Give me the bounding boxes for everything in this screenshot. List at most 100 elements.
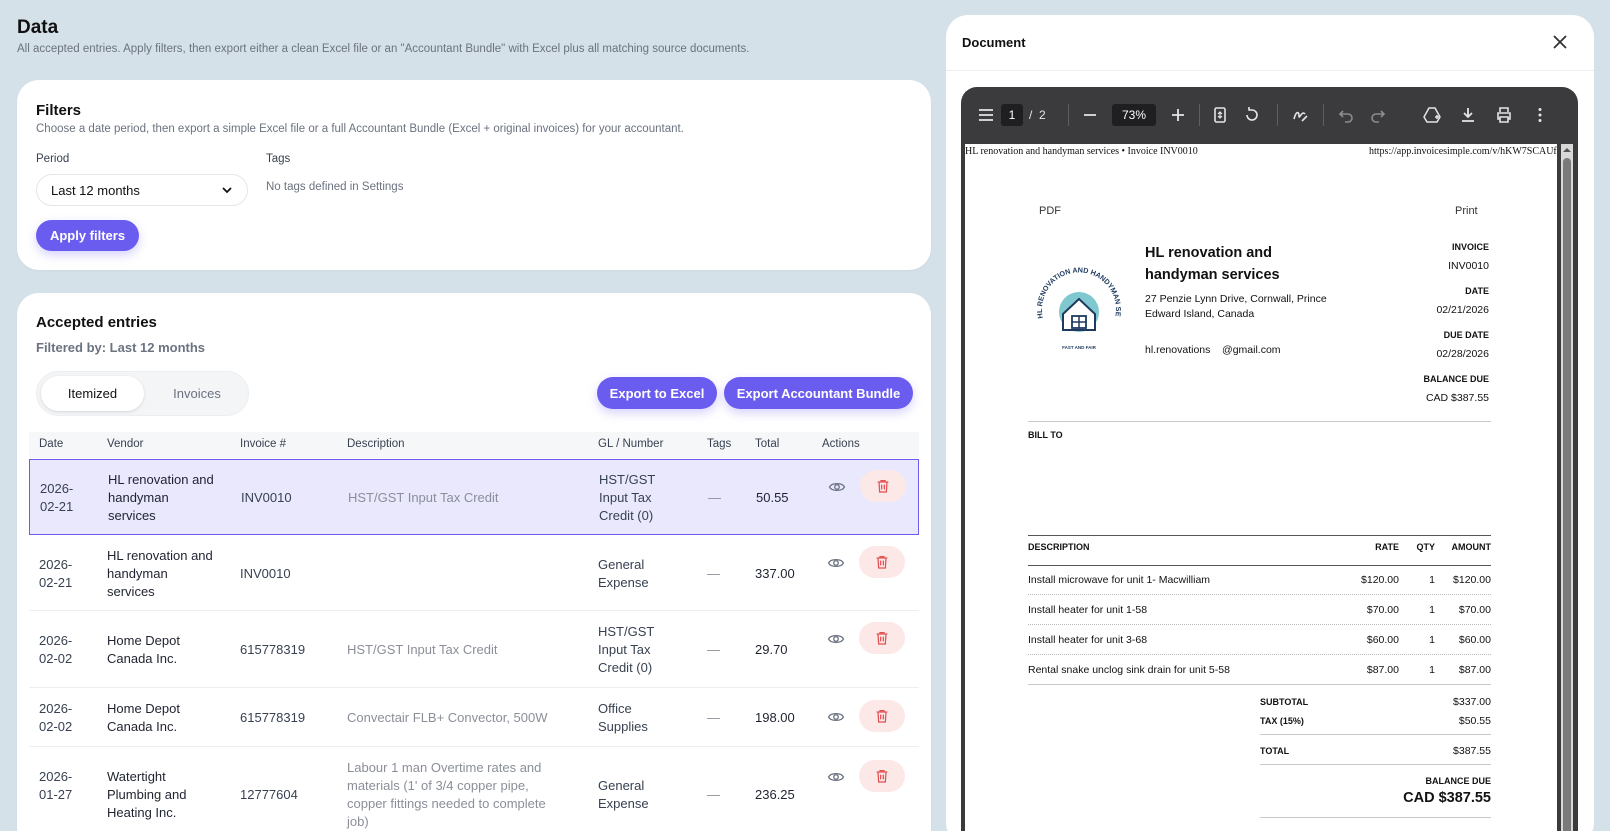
period-select[interactable]: Last 12 months: [36, 174, 248, 206]
zoom-out-icon[interactable]: [1081, 106, 1099, 124]
pdf-page: HL renovation and handyman services • In…: [965, 144, 1557, 831]
eye-icon[interactable]: [827, 554, 845, 572]
company-email: hl.renovations @gmail.com: [1145, 344, 1281, 356]
drive-icon[interactable]: [1423, 106, 1441, 124]
delete-button[interactable]: [859, 546, 905, 578]
rotate-icon[interactable]: [1243, 106, 1261, 124]
row-vendor-3: services: [107, 584, 155, 599]
th-qty: QTY: [1416, 542, 1435, 552]
more-options-icon[interactable]: [1531, 106, 1549, 124]
row-gl-2: Expense: [598, 796, 649, 811]
close-icon[interactable]: [1551, 33, 1569, 51]
row-invoice: 615778319: [240, 642, 306, 657]
row-vendor: HL renovation and: [108, 472, 214, 487]
zoom-level[interactable]: 73%: [1112, 104, 1156, 126]
fit-page-icon[interactable]: [1211, 106, 1229, 124]
table-row[interactable]: 2026- 02-02 Home Depot Canada Inc. 6157783…: [29, 612, 919, 688]
scroll-thumb[interactable]: [1563, 158, 1571, 831]
tags-empty-text: No tags defined in Settings: [266, 181, 404, 193]
pdf-link[interactable]: PDF: [1039, 205, 1061, 217]
delete-button[interactable]: [859, 700, 905, 732]
row-tags: —: [707, 710, 720, 725]
line-item-amount: $60.00: [1458, 634, 1491, 646]
export-bundle-button[interactable]: Export Accountant Bundle: [724, 377, 913, 409]
eye-icon[interactable]: [827, 630, 845, 648]
line-item-rate: $70.00: [1366, 604, 1399, 616]
filters-description: Choose a date period, then export a simp…: [36, 123, 684, 135]
line-item-amount: $87.00: [1458, 664, 1491, 676]
redo-icon[interactable]: [1369, 106, 1387, 124]
due-date-label: DUE DATE: [1443, 330, 1489, 340]
pdf-print-header-left: HL renovation and handyman services • In…: [965, 146, 1198, 157]
table-row[interactable]: 2026- 01-27 Watertight Plumbing and Heating…: [29, 748, 919, 831]
row-date: 2026-: [39, 557, 73, 572]
total-label: TOTAL: [1260, 746, 1290, 756]
table-row[interactable]: 2026- 02-21 HL renovation and handyman serv…: [29, 536, 919, 611]
col-total[interactable]: Total: [755, 438, 779, 450]
company-address: 27 Penzie Lynn Drive, Cornwall, Prince Ed…: [1145, 293, 1327, 320]
invoice-date: 02/21/2026: [1436, 304, 1489, 316]
tab-invoices[interactable]: Invoices: [147, 376, 247, 411]
row-date: 2026-: [40, 481, 74, 496]
row-total: 50.55: [756, 490, 789, 505]
eye-icon[interactable]: [828, 478, 846, 496]
table-row[interactable]: 2026- 02-02 Home Depot Canada Inc. 6157783…: [29, 689, 919, 747]
row-vendor-2: Canada Inc.: [107, 651, 178, 666]
delete-button[interactable]: [860, 470, 906, 502]
export-excel-button[interactable]: Export to Excel: [597, 377, 717, 409]
col-invoice[interactable]: Invoice #: [240, 438, 286, 450]
page-number-input[interactable]: 1: [1001, 104, 1023, 126]
row-vendor-2: Plumbing and: [107, 787, 187, 802]
undo-icon[interactable]: [1337, 106, 1355, 124]
col-actions: Actions: [822, 438, 860, 450]
col-date[interactable]: Date: [39, 438, 63, 450]
row-total: 337.00: [755, 566, 795, 581]
row-description: Convectair FLB+ Convector, 500W: [347, 710, 548, 725]
col-gl[interactable]: GL / Number: [598, 438, 663, 450]
download-icon[interactable]: [1459, 106, 1477, 124]
line-item-desc: Install heater for unit 3-68: [1028, 634, 1148, 646]
apply-filters-button[interactable]: Apply filters: [36, 220, 139, 251]
delete-button[interactable]: [859, 622, 905, 654]
svg-text:FAST AND FAIR: FAST AND FAIR: [1062, 345, 1097, 350]
balance-due-top: CAD $387.55: [1425, 392, 1489, 404]
row-tags: —: [707, 642, 720, 657]
row-total: 29.70: [755, 642, 788, 657]
col-description[interactable]: Description: [347, 438, 405, 450]
filters-card: Filters Choose a date period, then expor…: [17, 80, 931, 270]
menu-icon[interactable]: [977, 106, 995, 124]
subtotal-label: SUBTOTAL: [1260, 697, 1309, 707]
balance-due-label: BALANCE DUE: [1423, 374, 1489, 384]
th-description: DESCRIPTION: [1028, 542, 1090, 552]
row-total: 198.00: [755, 710, 795, 725]
trash-icon: [877, 480, 889, 493]
eye-icon[interactable]: [827, 708, 845, 726]
col-vendor[interactable]: Vendor: [107, 438, 143, 450]
tab-itemized[interactable]: Itemized: [41, 376, 144, 411]
balance-due-bottom-label: BALANCE DUE: [1425, 776, 1491, 786]
row-date-2: 02-02: [39, 719, 73, 734]
filtered-by-text: Filtered by: Last 12 months: [36, 340, 206, 355]
pdf-print-header-right: https://app.invoicesimple.com/v/hKW7SCAU…: [1369, 146, 1557, 157]
page-total: / 2: [1029, 108, 1046, 122]
annotate-icon[interactable]: [1291, 106, 1309, 124]
table-row[interactable]: 2026- 02-21 HL renovation and handyman serv…: [29, 459, 919, 535]
delete-button[interactable]: [859, 760, 905, 792]
row-tags: —: [707, 787, 720, 802]
col-tags[interactable]: Tags: [707, 438, 731, 450]
tags-label: Tags: [266, 153, 291, 165]
eye-icon[interactable]: [827, 768, 845, 786]
print-link[interactable]: Print: [1455, 205, 1478, 217]
scroll-up-icon[interactable]: [1562, 145, 1572, 155]
line-item-rate: $87.00: [1366, 664, 1399, 676]
pdf-scrollbar[interactable]: [1561, 144, 1573, 831]
row-vendor-2: Canada Inc.: [107, 719, 178, 734]
company-name: HL renovation and handyman services: [1145, 245, 1280, 283]
balance-due-bottom: CAD $387.55: [1403, 790, 1491, 806]
print-icon[interactable]: [1495, 106, 1513, 124]
row-date-2: 01-27: [39, 787, 73, 802]
row-date: 2026-: [39, 701, 73, 716]
zoom-in-icon[interactable]: [1169, 106, 1187, 124]
line-item-rate: $60.00: [1366, 634, 1399, 646]
line-item-rate: $120.00: [1361, 574, 1399, 586]
